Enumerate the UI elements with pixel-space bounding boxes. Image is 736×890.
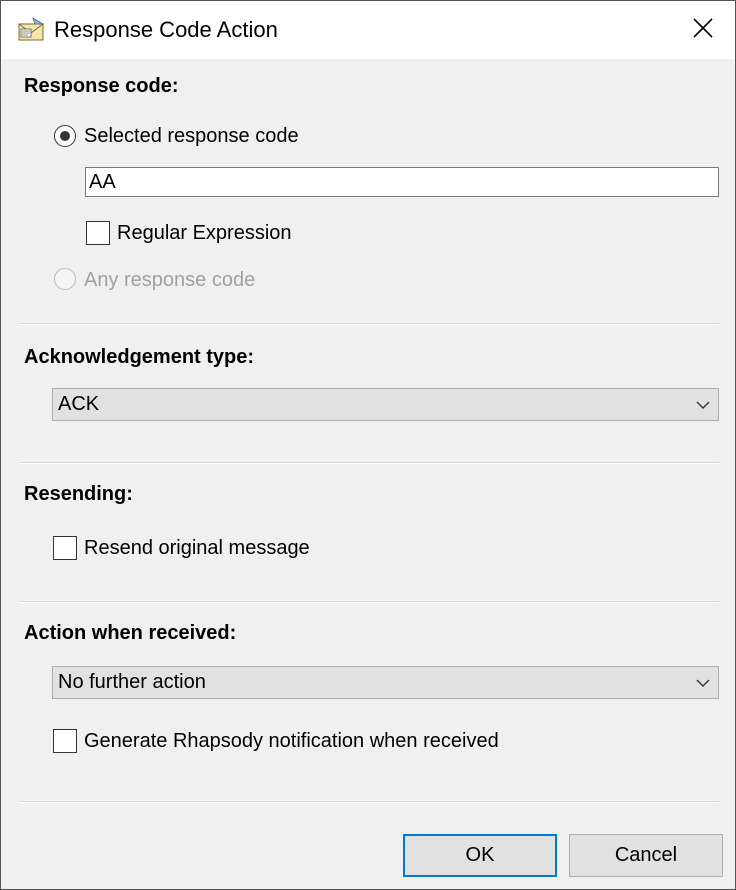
generate-notification-checkbox[interactable]: [53, 729, 77, 753]
resending-heading: Resending:: [24, 483, 133, 505]
chevron-down-icon: [696, 676, 710, 690]
regular-expression-checkbox[interactable]: [86, 221, 110, 245]
action-when-received-value: No further action: [58, 671, 206, 693]
any-response-code-label: Any response code: [84, 269, 256, 291]
resend-original-message-label[interactable]: Resend original message: [84, 537, 310, 560]
action-when-received-heading: Action when received:: [24, 622, 237, 644]
selected-response-code-radio[interactable]: [54, 125, 76, 147]
separator: [19, 601, 719, 603]
ok-button[interactable]: OK: [403, 834, 557, 877]
regular-expression-label[interactable]: Regular Expression: [117, 222, 292, 245]
response-code-input[interactable]: [85, 167, 719, 197]
acknowledgement-type-heading: Acknowledgement type:: [24, 346, 255, 368]
cancel-button[interactable]: Cancel: [569, 834, 723, 877]
separator: [19, 801, 719, 803]
separator: [19, 323, 719, 325]
resend-original-message-checkbox[interactable]: [53, 536, 77, 560]
acknowledgement-type-value: ACK: [58, 393, 100, 415]
chevron-down-icon: [696, 398, 710, 412]
acknowledgement-type-select[interactable]: ACK: [52, 388, 719, 421]
action-when-received-select[interactable]: No further action: [52, 666, 719, 699]
response-code-action-dialog: Response Code Action Response code: Sele…: [0, 0, 736, 890]
window-title: Response Code Action: [54, 17, 278, 42]
close-icon: [692, 17, 714, 44]
generate-notification-label[interactable]: Generate Rhapsody notification when rece…: [84, 730, 499, 753]
radio-selected-dot: [60, 131, 70, 141]
title-bar: Response Code Action: [1, 1, 735, 59]
any-response-code-radio: [54, 268, 76, 290]
close-button[interactable]: [673, 1, 733, 59]
separator: [19, 462, 719, 464]
envelope-app-icon: [17, 15, 47, 45]
selected-response-code-label[interactable]: Selected response code: [84, 125, 299, 148]
response-code-heading: Response code:: [24, 75, 179, 97]
